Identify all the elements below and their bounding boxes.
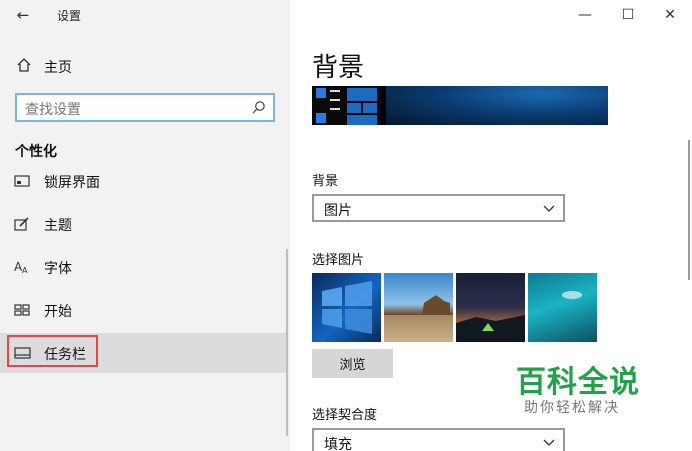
watermark-subtitle: 助你轻松解决 [524, 400, 620, 416]
preview-block [316, 113, 326, 123]
sidebar-item-home[interactable]: 主页 [0, 52, 290, 80]
sidebar-item-start[interactable]: 开始 [0, 290, 286, 330]
background-dropdown-value: 图片 [324, 203, 352, 219]
highlight-annotation [7, 335, 98, 367]
section-title: 个性化 [15, 144, 57, 160]
night-sky-art [456, 315, 525, 342]
maximize-button[interactable]: ☐ [618, 5, 638, 25]
preview-tile [347, 88, 377, 101]
settings-sidebar: ← 设置 主页 查找设置 个性化 锁屏界面 主题 A A 字体 开始 任务栏 [0, 0, 290, 451]
background-dropdown[interactable]: 图片 [312, 194, 565, 222]
home-icon [17, 58, 31, 72]
fit-label: 选择契合度 [312, 408, 378, 423]
title-bar: ← 设置 [0, 0, 290, 30]
search-icon[interactable] [251, 100, 266, 115]
preview-line [330, 99, 340, 101]
sidebar-scrollbar[interactable] [286, 249, 288, 436]
underwater-art [562, 291, 582, 299]
search-input[interactable]: 查找设置 [15, 93, 275, 122]
sidebar-item-label: 主题 [44, 218, 72, 234]
watermark-title: 百科全说 [516, 365, 640, 400]
fit-dropdown-value: 填充 [324, 437, 352, 451]
preview-line [330, 90, 340, 92]
sidebar-item-lock-screen[interactable]: 锁屏界面 [0, 161, 286, 201]
page-title: 背景 [312, 53, 365, 83]
sidebar-item-font[interactable]: A A 字体 [0, 247, 286, 287]
picture-thumbnail-beach[interactable] [384, 273, 453, 342]
start-grid-icon [14, 304, 30, 316]
lock-screen-icon [14, 175, 30, 187]
chevron-down-icon [543, 439, 555, 446]
chevron-down-icon [543, 205, 555, 212]
main-content: — ☐ ✕ 背景 背景 图片 选择图片 浏览 选择契合度 填充 百科全说 助你轻… [290, 0, 692, 451]
preview-tile [347, 103, 361, 113]
main-scrollbar[interactable] [688, 140, 690, 280]
preview-tile [347, 115, 377, 125]
preview-line [330, 108, 340, 110]
background-label: 背景 [312, 174, 339, 189]
windows-logo-art [322, 281, 372, 334]
background-preview [312, 86, 608, 125]
minimize-button[interactable]: — [575, 5, 595, 25]
search-placeholder: 查找设置 [25, 102, 81, 118]
picture-thumbnail-night-sky[interactable] [456, 273, 525, 342]
sidebar-item-label: 锁屏界面 [44, 175, 100, 191]
back-arrow-icon[interactable]: ← [12, 6, 34, 24]
app-title: 设置 [57, 9, 82, 23]
beach-art [384, 295, 453, 342]
choose-picture-label: 选择图片 [312, 253, 365, 268]
font-icon: A A [14, 260, 28, 275]
fit-dropdown[interactable]: 填充 [312, 428, 565, 451]
preview-start-menu [312, 86, 381, 125]
sidebar-item-label: 开始 [44, 304, 72, 320]
sidebar-item-theme[interactable]: 主题 [0, 204, 286, 244]
close-button[interactable]: ✕ [660, 5, 680, 25]
picture-thumbnail-windows[interactable] [312, 273, 381, 342]
sidebar-item-label: 主页 [44, 60, 72, 76]
picture-thumbnail-underwater[interactable] [528, 273, 597, 342]
preview-wallpaper [386, 86, 608, 125]
theme-brush-icon [14, 217, 29, 231]
svg-text:A: A [22, 266, 28, 275]
browse-button[interactable]: 浏览 [312, 349, 393, 378]
sidebar-item-label: 字体 [44, 261, 72, 277]
preview-tile [363, 103, 377, 113]
preview-block [316, 88, 326, 98]
